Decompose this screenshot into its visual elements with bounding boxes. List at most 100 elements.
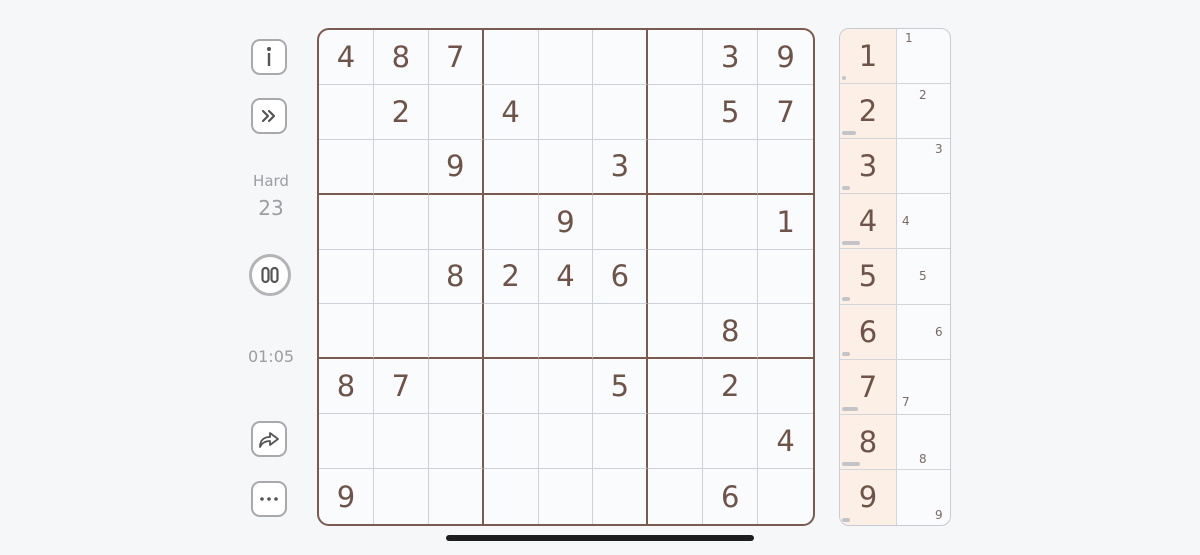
- sudoku-cell-r5c1[interactable]: [319, 249, 374, 305]
- sudoku-cell-r4c1[interactable]: [319, 194, 374, 250]
- sudoku-cell-r3c4[interactable]: [483, 139, 539, 195]
- sudoku-cell-r9c5[interactable]: [539, 469, 594, 524]
- sudoku-cell-r9c2[interactable]: [374, 469, 429, 524]
- sudoku-cell-r5c2[interactable]: [373, 249, 429, 305]
- sudoku-cell-r3c9[interactable]: [758, 140, 813, 195]
- sudoku-cell-r8c8[interactable]: [703, 414, 759, 470]
- info-button[interactable]: [251, 39, 287, 75]
- sudoku-cell-r9c1[interactable]: 9: [319, 469, 374, 524]
- palette-number-6[interactable]: 6: [840, 304, 897, 359]
- sudoku-cell-r2c1[interactable]: [319, 84, 374, 140]
- palette-note-7[interactable]: 7: [897, 360, 950, 414]
- sudoku-cell-r9c4[interactable]: [484, 469, 539, 524]
- sudoku-cell-r8c2[interactable]: [373, 414, 429, 470]
- sudoku-cell-r6c3[interactable]: [428, 304, 484, 360]
- sudoku-cell-r3c6[interactable]: 3: [593, 139, 649, 195]
- sudoku-cell-r2c3[interactable]: [428, 84, 484, 140]
- sudoku-cell-r2c6[interactable]: [593, 84, 649, 140]
- palette-note-1[interactable]: 1: [897, 29, 950, 83]
- sudoku-cell-r1c3[interactable]: 7: [428, 30, 484, 85]
- palette-number-1[interactable]: 1: [840, 29, 897, 84]
- palette-note-3[interactable]: 3: [897, 139, 950, 193]
- sudoku-cell-r5c4[interactable]: 2: [483, 249, 539, 305]
- sudoku-cell-r2c5[interactable]: [538, 84, 594, 140]
- sudoku-cell-r3c5[interactable]: [538, 139, 594, 195]
- more-button[interactable]: [251, 481, 287, 517]
- palette-note-5[interactable]: 5: [897, 249, 950, 303]
- sudoku-cell-r6c5[interactable]: [538, 304, 594, 360]
- sudoku-cell-r1c6[interactable]: [593, 30, 649, 85]
- sudoku-cell-r9c8[interactable]: 6: [703, 469, 759, 524]
- sudoku-cell-r5c8[interactable]: [703, 249, 759, 305]
- palette-number-2[interactable]: 2: [840, 84, 897, 139]
- sudoku-cell-r1c4[interactable]: [483, 30, 539, 85]
- sudoku-cell-r8c9[interactable]: 4: [758, 414, 813, 470]
- sudoku-cell-r1c2[interactable]: 8: [373, 30, 429, 85]
- sudoku-cell-r2c7[interactable]: [648, 84, 704, 140]
- share-button[interactable]: [251, 421, 287, 457]
- sudoku-cell-r8c4[interactable]: [483, 414, 539, 470]
- sudoku-cell-r9c9[interactable]: [758, 469, 813, 524]
- sudoku-cell-r1c9[interactable]: 9: [758, 30, 813, 85]
- palette-note-4[interactable]: 4: [897, 194, 950, 248]
- sudoku-cell-r6c8[interactable]: 8: [703, 304, 759, 360]
- sudoku-cell-r1c7[interactable]: [648, 30, 704, 85]
- palette-number-8[interactable]: 8: [840, 414, 897, 469]
- sudoku-cell-r4c6[interactable]: [593, 194, 649, 250]
- sudoku-cell-r3c8[interactable]: [703, 139, 759, 195]
- sudoku-cell-r7c3[interactable]: [428, 359, 484, 415]
- sudoku-cell-r7c6[interactable]: 5: [593, 359, 649, 415]
- sudoku-cell-r2c8[interactable]: 5: [703, 84, 759, 140]
- sudoku-cell-r6c7[interactable]: [648, 304, 704, 360]
- sudoku-cell-r2c9[interactable]: 7: [758, 85, 813, 140]
- sudoku-cell-r1c5[interactable]: [538, 30, 594, 85]
- palette-number-9[interactable]: 9: [840, 469, 897, 525]
- sudoku-cell-r6c2[interactable]: [373, 304, 429, 360]
- sudoku-cell-r2c2[interactable]: 2: [373, 84, 429, 140]
- palette-note-9[interactable]: 9: [897, 470, 950, 525]
- sudoku-cell-r4c8[interactable]: [703, 194, 759, 250]
- palette-note-6[interactable]: 6: [897, 305, 950, 359]
- sudoku-cell-r1c1[interactable]: 4: [319, 30, 374, 85]
- sudoku-cell-r6c9[interactable]: [758, 304, 813, 360]
- sudoku-cell-r8c7[interactable]: [648, 414, 704, 470]
- sudoku-cell-r7c2[interactable]: 7: [373, 359, 429, 415]
- sudoku-cell-r6c6[interactable]: [593, 304, 649, 360]
- sudoku-cell-r3c3[interactable]: 9: [428, 139, 484, 195]
- sudoku-cell-r8c5[interactable]: [538, 414, 594, 470]
- palette-number-7[interactable]: 7: [840, 359, 897, 414]
- pause-button[interactable]: [249, 254, 291, 296]
- sudoku-cell-r8c3[interactable]: [428, 414, 484, 470]
- sudoku-cell-r9c3[interactable]: [429, 469, 484, 524]
- sudoku-cell-r1c8[interactable]: 3: [703, 30, 759, 85]
- sudoku-cell-r7c8[interactable]: 2: [703, 359, 759, 415]
- palette-number-4[interactable]: 4: [840, 194, 897, 249]
- sudoku-cell-r5c7[interactable]: [648, 249, 704, 305]
- sudoku-cell-r5c3[interactable]: 8: [428, 249, 484, 305]
- sudoku-cell-r5c6[interactable]: 6: [593, 249, 649, 305]
- sudoku-cell-r7c4[interactable]: [483, 359, 539, 415]
- sudoku-cell-r4c9[interactable]: 1: [758, 195, 813, 250]
- skip-button[interactable]: [251, 98, 287, 134]
- sudoku-cell-r8c1[interactable]: [319, 414, 374, 470]
- sudoku-cell-r4c4[interactable]: [483, 194, 539, 250]
- sudoku-cell-r4c2[interactable]: [373, 194, 429, 250]
- sudoku-cell-r6c4[interactable]: [483, 304, 539, 360]
- sudoku-cell-r4c5[interactable]: 9: [538, 194, 594, 250]
- palette-number-5[interactable]: 5: [840, 249, 897, 304]
- sudoku-cell-r9c6[interactable]: [593, 469, 649, 524]
- sudoku-cell-r5c5[interactable]: 4: [538, 249, 594, 305]
- sudoku-cell-r5c9[interactable]: [758, 250, 813, 305]
- sudoku-cell-r4c3[interactable]: [428, 194, 484, 250]
- sudoku-cell-r3c7[interactable]: [648, 139, 704, 195]
- sudoku-cell-r3c2[interactable]: [373, 139, 429, 195]
- palette-number-3[interactable]: 3: [840, 139, 897, 194]
- sudoku-cell-r8c6[interactable]: [593, 414, 649, 470]
- palette-note-2[interactable]: 2: [897, 84, 950, 138]
- sudoku-cell-r4c7[interactable]: [648, 194, 704, 250]
- sudoku-cell-r3c1[interactable]: [319, 139, 374, 195]
- palette-note-8[interactable]: 8: [897, 415, 950, 469]
- sudoku-cell-r2c4[interactable]: 4: [483, 84, 539, 140]
- sudoku-cell-r7c1[interactable]: 8: [319, 359, 374, 415]
- sudoku-cell-r7c9[interactable]: [758, 359, 813, 415]
